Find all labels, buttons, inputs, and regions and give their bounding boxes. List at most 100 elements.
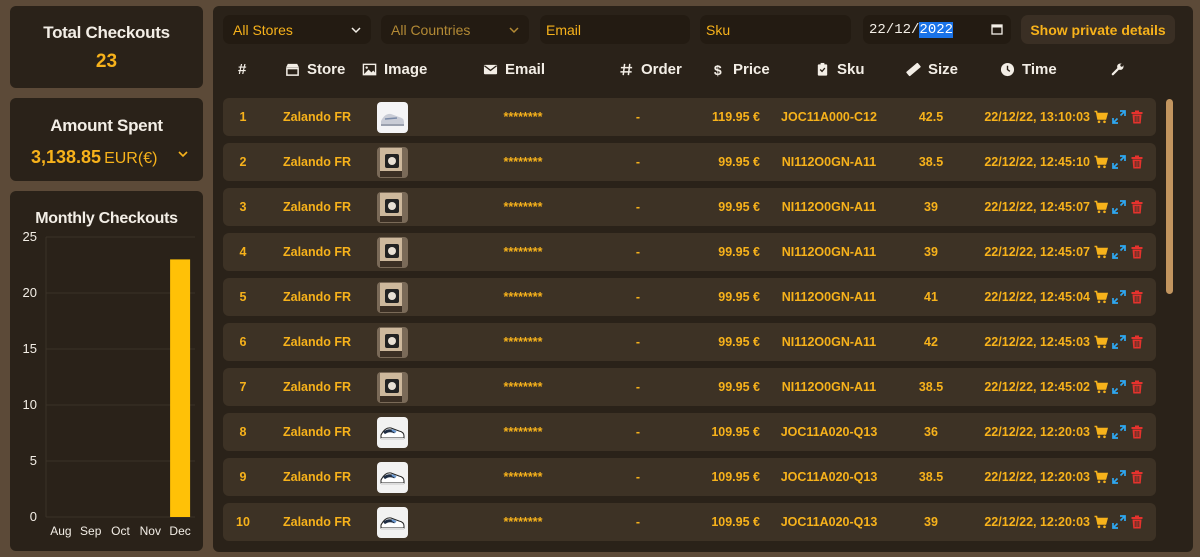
cart-icon[interactable] bbox=[1094, 245, 1108, 259]
row-image[interactable] bbox=[377, 98, 408, 136]
amount-spent-title: Amount Spent bbox=[50, 116, 163, 135]
expand-icon[interactable] bbox=[1112, 245, 1126, 259]
trash-icon[interactable] bbox=[1130, 155, 1144, 169]
store-select-value: All Stores bbox=[233, 21, 293, 38]
row-image[interactable] bbox=[377, 233, 408, 271]
trash-icon[interactable] bbox=[1130, 380, 1144, 394]
cart-icon[interactable] bbox=[1094, 515, 1108, 529]
trash-icon[interactable] bbox=[1130, 515, 1144, 529]
row-sku: JOC11A020-Q13 bbox=[780, 425, 878, 439]
cart-icon[interactable] bbox=[1094, 380, 1108, 394]
cart-icon[interactable] bbox=[1094, 110, 1108, 124]
expand-icon[interactable] bbox=[1112, 380, 1126, 394]
expand-icon[interactable] bbox=[1112, 290, 1126, 304]
table-row[interactable]: 1 Zalando FR ******** - 119.95 € JOC11A000-C1… bbox=[223, 98, 1156, 136]
trash-icon[interactable] bbox=[1130, 335, 1144, 349]
row-image[interactable] bbox=[377, 368, 408, 406]
cart-icon[interactable] bbox=[1094, 200, 1108, 214]
chart-y-tick-label: 20 bbox=[23, 285, 37, 300]
product-thumbnail bbox=[377, 326, 408, 358]
column-header-number: # bbox=[238, 60, 247, 78]
expand-icon[interactable] bbox=[1112, 155, 1126, 169]
expand-icon[interactable] bbox=[1112, 110, 1126, 124]
row-image[interactable] bbox=[377, 413, 408, 451]
row-store: Zalando FR bbox=[283, 290, 352, 304]
column-header-price[interactable]: $ Price bbox=[711, 60, 770, 78]
row-image[interactable] bbox=[377, 188, 408, 226]
row-size: 38.5 bbox=[918, 155, 944, 169]
row-actions bbox=[1094, 143, 1156, 181]
table-row[interactable]: 8 Zalando FR ******** - 109.95 € JOC11A020-Q1… bbox=[223, 413, 1156, 451]
row-image[interactable] bbox=[377, 503, 408, 541]
column-header-image[interactable]: Image bbox=[362, 60, 427, 78]
chart-x-tick-label: Sep bbox=[80, 524, 102, 538]
column-header-time-label: Time bbox=[1022, 60, 1057, 78]
table-row[interactable]: 6 Zalando FR ******** - 99.95 € NI112O0GN-A11… bbox=[223, 323, 1156, 361]
chevron-down-icon[interactable] bbox=[176, 147, 190, 161]
trash-icon[interactable] bbox=[1130, 290, 1144, 304]
column-header-store[interactable]: Store bbox=[285, 60, 345, 78]
row-price: 99.95 € bbox=[718, 380, 760, 394]
date-filter-input[interactable]: 22/12/2022 bbox=[863, 15, 1011, 44]
trash-icon[interactable] bbox=[1130, 110, 1144, 124]
sku-filter-input[interactable]: Sku bbox=[700, 15, 851, 44]
row-store: Zalando FR bbox=[283, 380, 352, 394]
product-thumbnail bbox=[377, 416, 408, 448]
row-email: ******** bbox=[503, 470, 543, 484]
trash-icon[interactable] bbox=[1130, 470, 1144, 484]
row-time: 22/12/22, 12:45:04 bbox=[984, 290, 1090, 304]
show-private-details-button[interactable]: Show private details bbox=[1021, 15, 1175, 44]
country-select[interactable]: All Countries bbox=[381, 15, 529, 44]
table-row[interactable]: 5 Zalando FR ******** - 99.95 € NI112O0GN-A11… bbox=[223, 278, 1156, 316]
row-sku: JOC11A020-Q13 bbox=[780, 515, 878, 529]
table-row[interactable]: 10 Zalando FR ******** - 109.95 € JOC11A020-Q… bbox=[223, 503, 1156, 541]
chart-y-tick-label: 10 bbox=[23, 397, 37, 412]
calendar-icon[interactable] bbox=[991, 23, 1003, 35]
row-price: 109.95 € bbox=[711, 470, 760, 484]
table-row[interactable]: 9 Zalando FR ******** - 109.95 € JOC11A020-Q1… bbox=[223, 458, 1156, 496]
scrollbar-thumb[interactable] bbox=[1166, 99, 1173, 294]
row-time: 22/12/22, 12:45:02 bbox=[984, 380, 1090, 394]
store-select[interactable]: All Stores bbox=[223, 15, 371, 44]
trash-icon[interactable] bbox=[1130, 425, 1144, 439]
expand-icon[interactable] bbox=[1112, 425, 1126, 439]
trash-icon[interactable] bbox=[1130, 245, 1144, 259]
table-row[interactable]: 2 Zalando FR ******** - 99.95 € NI112O0GN-A11… bbox=[223, 143, 1156, 181]
cart-icon[interactable] bbox=[1094, 470, 1108, 484]
trash-icon[interactable] bbox=[1130, 200, 1144, 214]
cart-icon[interactable] bbox=[1094, 335, 1108, 349]
row-image[interactable] bbox=[377, 278, 408, 316]
table-row[interactable]: 4 Zalando FR ******** - 99.95 € NI112O0GN-A11… bbox=[223, 233, 1156, 271]
row-number: 10 bbox=[236, 515, 250, 529]
column-header-sku[interactable]: Sku bbox=[815, 60, 865, 78]
column-header-size[interactable]: Size bbox=[906, 60, 958, 78]
expand-icon[interactable] bbox=[1112, 200, 1126, 214]
table-row[interactable]: 3 Zalando FR ******** - 99.95 € NI112O0GN-A11… bbox=[223, 188, 1156, 226]
row-email: ******** bbox=[503, 245, 543, 259]
row-actions bbox=[1094, 413, 1156, 451]
chart-y-tick-label: 0 bbox=[30, 509, 37, 524]
row-image[interactable] bbox=[377, 143, 408, 181]
cart-icon[interactable] bbox=[1094, 290, 1108, 304]
row-actions bbox=[1094, 278, 1156, 316]
row-time: 22/12/22, 12:20:03 bbox=[984, 425, 1090, 439]
row-actions bbox=[1094, 503, 1156, 541]
column-header-order[interactable]: Order bbox=[619, 60, 682, 78]
table-row[interactable]: 7 Zalando FR ******** - 99.95 € NI112O0GN-A11… bbox=[223, 368, 1156, 406]
expand-icon[interactable] bbox=[1112, 470, 1126, 484]
expand-icon[interactable] bbox=[1112, 335, 1126, 349]
chart-y-tick-label: 5 bbox=[30, 453, 37, 468]
column-header-email[interactable]: Email bbox=[483, 60, 545, 78]
cart-icon[interactable] bbox=[1094, 425, 1108, 439]
row-image[interactable] bbox=[377, 458, 408, 496]
email-filter-input[interactable]: Email bbox=[540, 15, 690, 44]
row-number: 6 bbox=[239, 335, 247, 349]
row-store: Zalando FR bbox=[283, 155, 352, 169]
monthly-checkouts-card: Monthly Checkouts 0 5 10 15 20 25 Aug Sep Oct Nov… bbox=[10, 191, 203, 551]
column-header-time[interactable]: Time bbox=[1000, 60, 1057, 78]
row-email: ******** bbox=[503, 335, 543, 349]
row-time: 22/12/22, 12:45:07 bbox=[984, 200, 1090, 214]
row-image[interactable] bbox=[377, 323, 408, 361]
cart-icon[interactable] bbox=[1094, 155, 1108, 169]
expand-icon[interactable] bbox=[1112, 515, 1126, 529]
